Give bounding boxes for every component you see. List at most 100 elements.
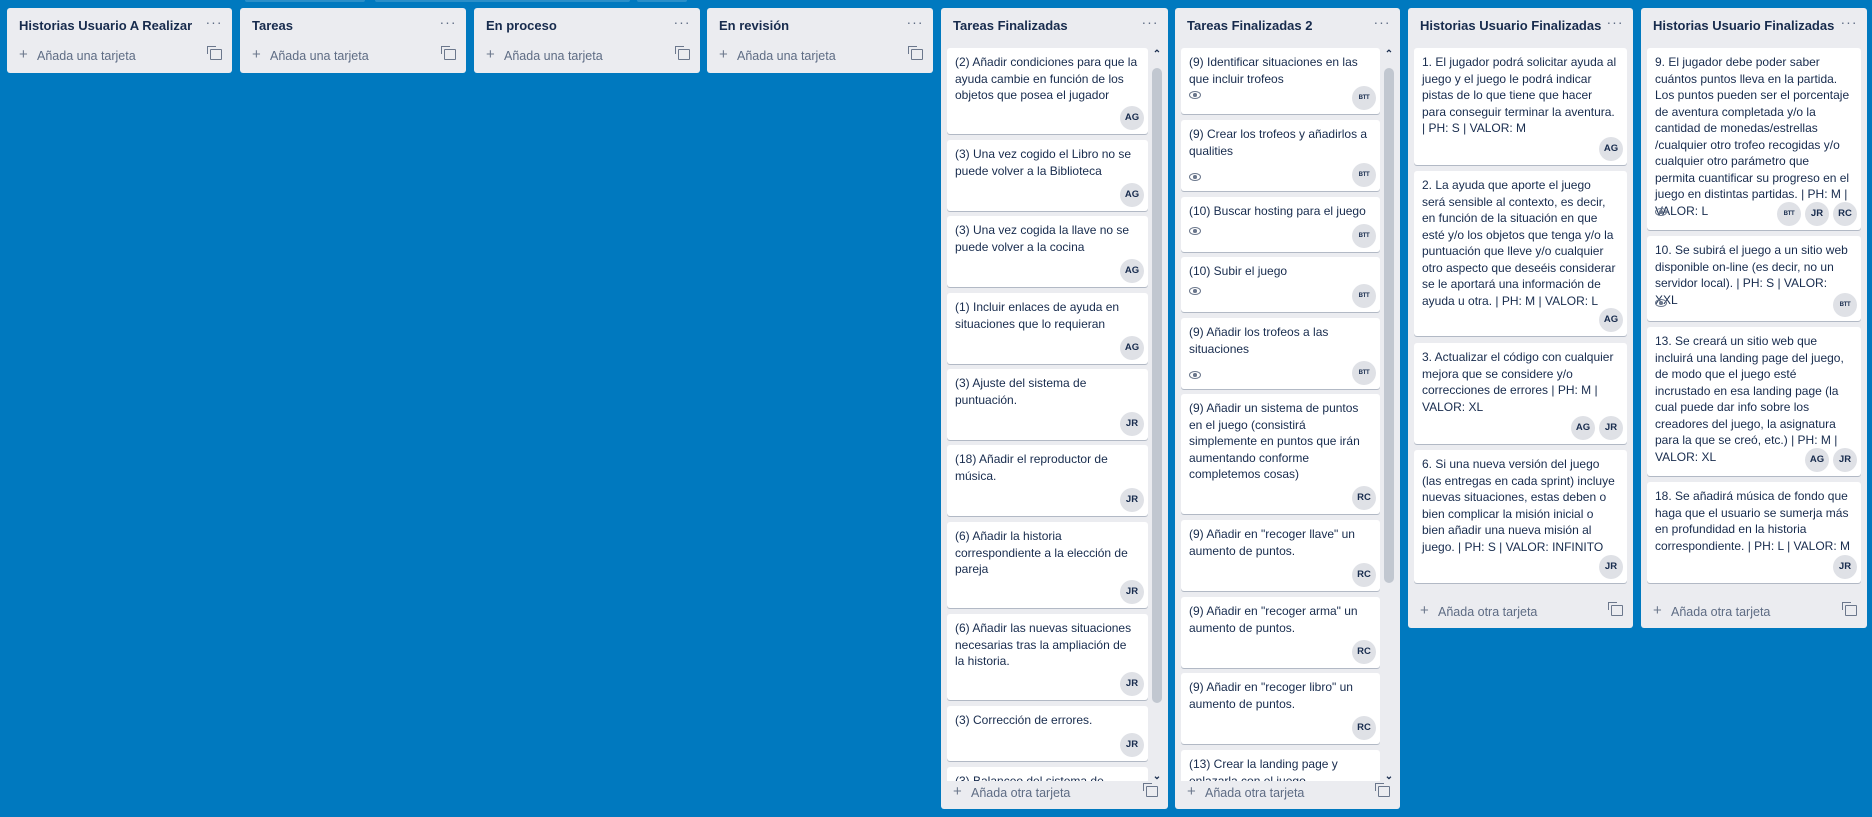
- member-avatar[interactable]: AG: [1120, 259, 1144, 283]
- member-avatar[interactable]: AG: [1120, 336, 1144, 360]
- list-title[interactable]: En proceso: [486, 18, 557, 33]
- add-card-button[interactable]: + Añada otra tarjeta: [1416, 600, 1625, 624]
- list-title[interactable]: Tareas Finalizadas: [953, 18, 1068, 33]
- header-button-stub[interactable]: [375, 0, 630, 2]
- add-card-button[interactable]: + Añada otra tarjeta: [949, 781, 1160, 805]
- member-avatar[interactable]: AG: [1120, 183, 1144, 207]
- scrollbar-thumb[interactable]: [1152, 68, 1162, 703]
- member-avatar[interactable]: JR: [1120, 580, 1144, 604]
- card[interactable]: 10. Se subirá el juego a un sitio web di…: [1647, 236, 1861, 321]
- list-title[interactable]: Historias Usuario Finalizadas: [1653, 18, 1834, 33]
- eye-icon: [1189, 287, 1201, 295]
- ellipsis-icon[interactable]: ···: [204, 15, 224, 33]
- card[interactable]: (9) Identificar situaciones en las que i…: [1181, 48, 1380, 114]
- member-avatar[interactable]: JR: [1805, 202, 1829, 226]
- ellipsis-icon[interactable]: ···: [1372, 15, 1392, 33]
- card[interactable]: (3) Corrección de errores. JR: [947, 706, 1148, 761]
- member-avatar[interactable]: JR: [1120, 412, 1144, 436]
- scroll-up-icon[interactable]: ⌃: [1384, 50, 1394, 60]
- add-card-button[interactable]: + Añada una tarjeta: [482, 44, 692, 68]
- card[interactable]: 1. El jugador podrá solicitar ayuda al j…: [1414, 48, 1627, 165]
- card-template-icon[interactable]: [1842, 602, 1857, 616]
- card-template-icon[interactable]: [1608, 602, 1623, 616]
- card[interactable]: (9) Añadir en "recoger llave" un aumento…: [1181, 520, 1380, 591]
- member-avatar[interactable]: JR: [1120, 733, 1144, 757]
- add-card-button[interactable]: + Añada una tarjeta: [248, 44, 458, 68]
- header-button-stub[interactable]: [637, 0, 687, 2]
- card[interactable]: (10) Buscar hosting para el juego BTT: [1181, 197, 1380, 252]
- add-card-button[interactable]: + Añada otra tarjeta: [1183, 781, 1392, 805]
- member-avatar[interactable]: RC: [1833, 202, 1857, 226]
- member-avatar[interactable]: BTT: [1777, 202, 1801, 226]
- card-template-icon[interactable]: [207, 46, 222, 60]
- member-avatar[interactable]: RC: [1352, 640, 1376, 664]
- add-card-button[interactable]: + Añada una tarjeta: [15, 44, 224, 68]
- scrollbar[interactable]: ⌃ ⌄: [1150, 44, 1164, 786]
- member-avatar[interactable]: AG: [1805, 448, 1829, 472]
- card[interactable]: (3) Una vez cogido el Libro no se puede …: [947, 140, 1148, 211]
- member-avatar[interactable]: JR: [1120, 488, 1144, 512]
- card-template-icon[interactable]: [441, 46, 456, 60]
- member-avatar[interactable]: BTT: [1352, 224, 1376, 248]
- card-template-icon[interactable]: [675, 46, 690, 60]
- card[interactable]: 18. Se añadirá música de fondo que haga …: [1647, 482, 1861, 583]
- card[interactable]: (9) Añadir en "recoger libro" un aumento…: [1181, 673, 1380, 744]
- member-avatar[interactable]: RC: [1352, 563, 1376, 587]
- ellipsis-icon[interactable]: ···: [672, 15, 692, 33]
- member-avatar[interactable]: RC: [1352, 486, 1376, 510]
- card-template-icon[interactable]: [1143, 783, 1158, 797]
- member-avatar[interactable]: JR: [1833, 555, 1857, 579]
- list-title[interactable]: Historias Usuario A Realizar: [19, 18, 192, 33]
- card[interactable]: (9) Añadir en "recoger arma" un aumento …: [1181, 597, 1380, 668]
- ellipsis-icon[interactable]: ···: [905, 15, 925, 33]
- member-avatar[interactable]: AG: [1599, 137, 1623, 161]
- add-card-button[interactable]: + Añada otra tarjeta: [1649, 600, 1859, 624]
- card[interactable]: (9) Añadir un sistema de puntos en el ju…: [1181, 394, 1380, 514]
- member-avatar[interactable]: BTT: [1352, 163, 1376, 187]
- member-avatar[interactable]: RC: [1352, 716, 1376, 740]
- list-title[interactable]: Historias Usuario Finalizadas: [1420, 18, 1601, 33]
- card[interactable]: (10) Subir el juego BTT: [1181, 257, 1380, 312]
- card[interactable]: (6) Añadir la historia correspondiente a…: [947, 522, 1148, 608]
- member-avatar[interactable]: AG: [1599, 308, 1623, 332]
- card-template-icon[interactable]: [1375, 783, 1390, 797]
- card[interactable]: (18) Añadir el reproductor de música. JR: [947, 445, 1148, 516]
- list-title[interactable]: Tareas Finalizadas 2: [1187, 18, 1313, 33]
- member-avatar[interactable]: JR: [1599, 416, 1623, 440]
- member-avatar[interactable]: AG: [1120, 106, 1144, 130]
- member-avatar[interactable]: JR: [1120, 672, 1144, 696]
- card[interactable]: 2. La ayuda que aporte el juego será sen…: [1414, 171, 1627, 336]
- ellipsis-icon[interactable]: ···: [1839, 15, 1859, 33]
- card[interactable]: 3. Actualizar el código con cualquier me…: [1414, 343, 1627, 444]
- card[interactable]: (6) Añadir las nuevas situaciones necesa…: [947, 614, 1148, 700]
- card[interactable]: (3) Ajuste del sistema de puntuación. JR: [947, 369, 1148, 440]
- card[interactable]: 13. Se creará un sitio web que incluirá …: [1647, 327, 1861, 476]
- member-avatar[interactable]: JR: [1833, 448, 1857, 472]
- card[interactable]: (3) Una vez cogida la llave no se puede …: [947, 216, 1148, 287]
- list-title[interactable]: En revisión: [719, 18, 789, 33]
- member-avatar[interactable]: AG: [1571, 416, 1595, 440]
- card[interactable]: (3) Balanceo del sistema de: [947, 767, 1148, 781]
- member-avatar[interactable]: BTT: [1352, 361, 1376, 385]
- header-button-stub[interactable]: [245, 0, 365, 2]
- card[interactable]: (9) Añadir los trofeos a las situaciones…: [1181, 318, 1380, 389]
- card[interactable]: (9) Crear los trofeos y añadirlos a qual…: [1181, 120, 1380, 191]
- scroll-up-icon[interactable]: ⌃: [1152, 50, 1162, 60]
- ellipsis-icon[interactable]: ···: [1605, 15, 1625, 33]
- member-avatar[interactable]: BTT: [1352, 86, 1376, 110]
- scrollbar-thumb[interactable]: [1384, 68, 1394, 583]
- card[interactable]: 6. Si una nueva versión del juego (las e…: [1414, 450, 1627, 583]
- card[interactable]: (2) Añadir condiciones para que la ayuda…: [947, 48, 1148, 134]
- card[interactable]: (1) Incluir enlaces de ayuda en situacio…: [947, 293, 1148, 364]
- scrollbar[interactable]: ⌃ ⌄: [1382, 44, 1396, 786]
- ellipsis-icon[interactable]: ···: [1140, 15, 1160, 33]
- add-card-button[interactable]: + Añada una tarjeta: [715, 44, 925, 68]
- ellipsis-icon[interactable]: ···: [438, 15, 458, 33]
- card-template-icon[interactable]: [908, 46, 923, 60]
- card[interactable]: 9. El jugador debe poder saber cuántos p…: [1647, 48, 1861, 230]
- list-title[interactable]: Tareas: [252, 18, 293, 33]
- member-avatar[interactable]: BTT: [1352, 284, 1376, 308]
- member-avatar[interactable]: BTT: [1833, 293, 1857, 317]
- card[interactable]: (13) Crear la landing page y enlazarla c…: [1181, 750, 1380, 781]
- member-avatar[interactable]: JR: [1599, 555, 1623, 579]
